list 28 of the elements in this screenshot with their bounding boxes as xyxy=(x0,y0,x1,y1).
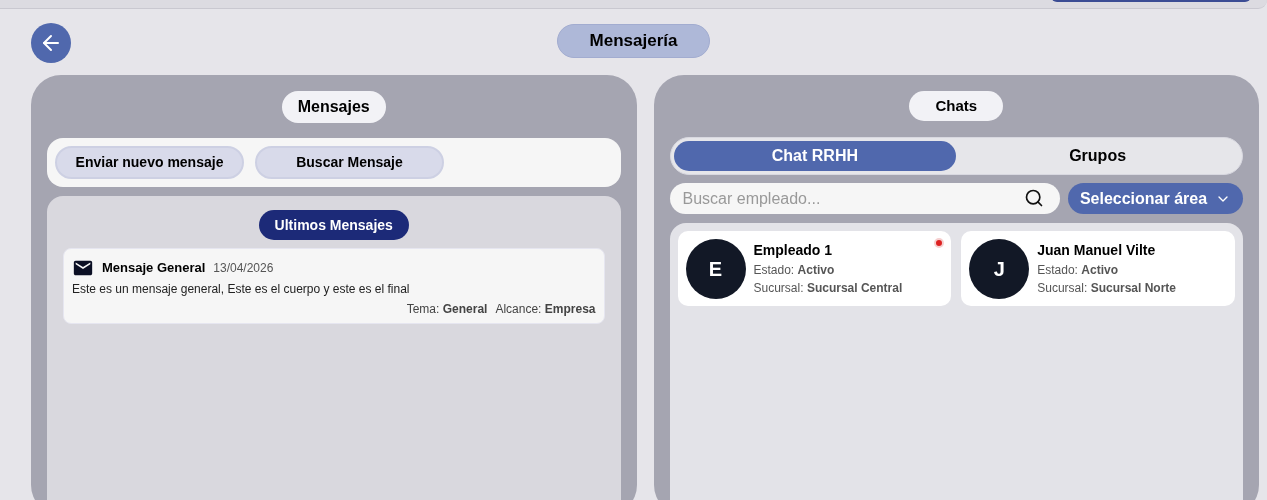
employee-branch: Sucursal: Sucursal Central xyxy=(753,280,903,297)
employee-branch: Sucursal: Sucursal Norte xyxy=(1037,280,1176,297)
employee-card[interactable]: E Empleado 1 Estado: Activo Sucursal: Sucursal Central xyxy=(677,231,952,306)
back-button[interactable] xyxy=(31,23,71,63)
tab[interactable]: Chat RRHH xyxy=(673,141,957,171)
employee-status: Estado: Activo xyxy=(1037,262,1119,279)
message-scope: Alcance: Empresa xyxy=(495,301,596,318)
employee-name: Juan Manuel Vilte xyxy=(1037,241,1157,260)
employee-card[interactable]: J Juan Manuel Vilte Estado: Activo Sucursal: Sucursal Norte xyxy=(961,231,1235,306)
message-card[interactable]: Mensaje General 13/04/2026 Este es un mensaje general, Este es el cuerpo y este es el final Tema: General Alcance: Empresa xyxy=(63,248,605,324)
avatar: J xyxy=(969,238,1030,299)
list-title: Ultimos Mensajes xyxy=(258,210,409,240)
search-field[interactable]: Buscar empleado... xyxy=(669,183,1060,214)
area-dropdown[interactable]: Seleccionar área xyxy=(1068,183,1243,214)
employee-status: Estado: Activo xyxy=(753,262,836,279)
action-button[interactable]: Buscar Mensaje xyxy=(255,146,444,179)
page-title: Mensajería xyxy=(556,24,711,58)
tab[interactable]: Grupos xyxy=(956,141,1239,171)
action-button[interactable]: Enviar nuevo mensaje xyxy=(55,146,244,179)
avatar: E xyxy=(685,238,746,299)
employee-name: Empleado 1 xyxy=(753,241,834,260)
search-icon xyxy=(1024,188,1044,208)
message-subject: Mensaje General xyxy=(102,259,206,278)
message-date: 13/04/2026 xyxy=(213,260,274,277)
message-body: Este es un mensaje general, Este es el cuerpo y este es el final xyxy=(72,281,411,298)
panel-title: Mensajes xyxy=(281,91,386,123)
panel-title: Chats xyxy=(909,91,1004,121)
message-topic: Tema: General xyxy=(406,301,488,318)
